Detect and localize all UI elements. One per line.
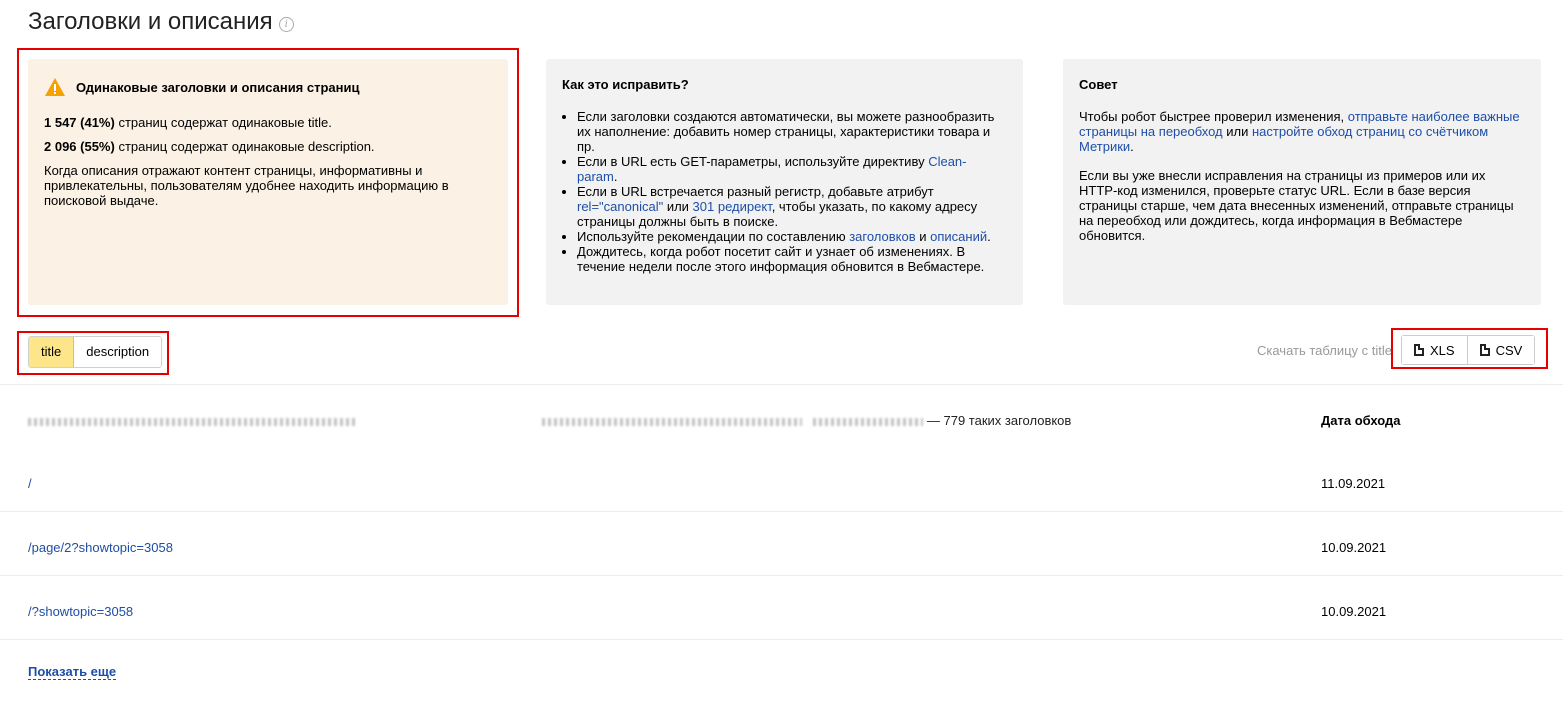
fix-item-text: . [613,169,618,184]
descriptions-link[interactable]: описаний [930,229,987,244]
tip-heading: Совет [1079,77,1118,92]
csv-label: CSV [1495,342,1523,358]
fix-item-text: Используйте рекомендации по составлению [577,229,850,244]
download-label: Скачать таблицу с title [1257,342,1393,358]
fix-item: Если заголовки создаются автоматически, … [577,109,1005,154]
blurred-text [28,417,358,426]
date-column-header: Дата обхода [1321,413,1401,428]
blurred-text [541,417,802,426]
blurred-text [813,417,924,426]
warning-heading: Одинаковые заголовки и описания страниц [44,77,490,97]
page-title-text: Заголовки и описания [28,8,273,35]
tip-text: . [1130,139,1134,154]
warning-icon [45,78,65,96]
page-title: Заголовки и описания i [28,8,294,36]
divider [0,639,1563,640]
fix-item-text: Если в URL есть GET-параметры, используй… [577,154,929,169]
tab-description[interactable]: description [74,337,162,367]
row-url-link[interactable]: /?showtopic=3058 [28,604,133,619]
xls-button[interactable]: XLS [1401,335,1468,365]
fix-item: Если в URL встречается разный регистр, д… [577,184,1005,229]
xls-label: XLS [1430,342,1455,358]
fix-list: Если заголовки создаются автоматически, … [562,109,1005,274]
file-icon [1479,344,1490,356]
tip-text: Чтобы робот быстрее проверил изменения, [1079,109,1348,124]
fix-item: Дождитесь, когда робот посетит сайт и уз… [577,244,1005,274]
info-icon[interactable]: i [278,16,294,32]
fix-heading: Как это исправить? [562,77,689,92]
file-icon [1414,344,1425,356]
fix-item: Используйте рекомендации по составлению … [577,229,1005,244]
stat-title: 1 547 (41%) страниц содержат одинаковые … [44,115,490,130]
tip-paragraph: Если вы уже внесли исправления на страни… [1079,168,1514,243]
tip-card: Совет Чтобы робот быстрее проверил измен… [1063,59,1541,305]
stat-description-count: 2 096 (55%) [44,139,115,154]
fix-item: Если в URL есть GET-параметры, используй… [577,154,1005,184]
csv-button[interactable]: CSV [1467,335,1536,365]
tip-paragraph: Чтобы робот быстрее проверил изменения, … [1079,109,1523,154]
show-more-button[interactable]: Показать еще [28,664,117,680]
tab-title[interactable]: title [29,337,75,367]
fix-card: Как это исправить? Если заголовки создаю… [546,59,1023,305]
table-header: — 779 таких заголовков Дата обхода [28,410,1528,430]
warning-heading-text: Одинаковые заголовки и описания страниц [76,79,360,95]
divider [0,575,1563,576]
warning-card: Одинаковые заголовки и описания страниц … [28,59,508,305]
row-date: 11.09.2021 [1321,476,1386,491]
group-count: — 779 таких заголовков [926,413,1072,428]
row-url-link[interactable]: / [28,476,32,491]
row-date: 10.09.2021 [1321,604,1387,619]
stat-title-count: 1 547 (41%) [44,115,115,130]
tip-text: или [1222,124,1252,139]
fix-item-text: и [915,229,931,244]
stat-title-text: страниц содержат одинаковые title. [114,115,332,130]
redirect-link[interactable]: 301 редирект [693,199,772,214]
divider [0,384,1563,385]
download-buttons: XLS CSV [1401,335,1536,365]
stat-description-text: страниц содержат одинаковые description. [114,139,375,154]
warning-body: Когда описания отражают контент страницы… [44,163,449,208]
group-title: — 779 таких заголовков [28,413,1071,428]
row-date: 10.09.2021 [1321,540,1387,555]
tab-switcher: title description [28,336,163,368]
titles-link[interactable]: заголовков [849,229,915,244]
fix-item-text: Если в URL встречается разный регистр, д… [577,184,934,199]
divider [0,511,1563,512]
download-section: Скачать таблицу с title XLS CSV [1257,335,1536,365]
stat-description: 2 096 (55%) страниц содержат одинаковые … [44,139,490,154]
fix-item-text: . [987,229,991,244]
canonical-link[interactable]: rel="canonical" [577,199,663,214]
row-url-link[interactable]: /page/2?showtopic=3058 [28,540,173,555]
fix-item-text: или [663,199,693,214]
